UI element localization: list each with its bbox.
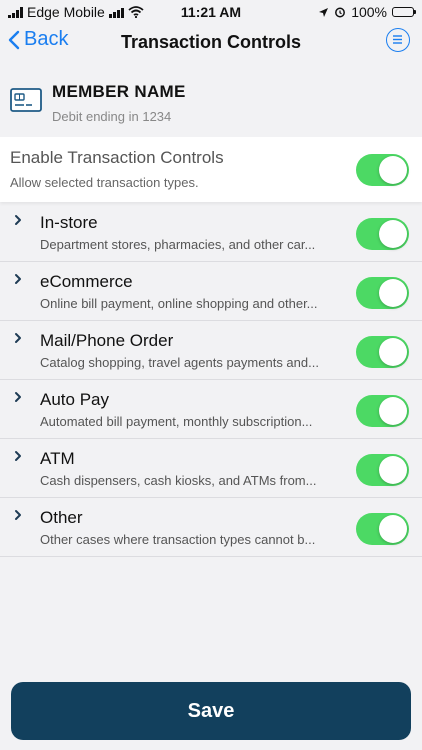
page-title: Transaction Controls	[120, 32, 302, 52]
ecommerce-toggle[interactable]	[356, 277, 409, 309]
battery-icon	[392, 7, 416, 17]
toggle-knob	[379, 156, 407, 184]
location-arrow-icon	[319, 7, 329, 17]
category-row-in-store[interactable]: In-store Department stores, pharmacies, …	[0, 203, 422, 262]
category-row-mail-phone[interactable]: Mail/Phone Order Catalog shopping, trave…	[0, 321, 422, 380]
category-subtitle: Cash dispensers, cash kiosks, and ATMs f…	[40, 473, 317, 488]
category-title: Mail/Phone Order	[40, 331, 174, 350]
enable-controls-row: Enable Transaction Controls Allow select…	[0, 137, 422, 202]
category-row-ecommerce[interactable]: eCommerce Online bill payment, online sh…	[0, 262, 422, 321]
toggle-knob	[379, 515, 407, 543]
status-right: 100%	[318, 4, 416, 20]
category-list: In-store Department stores, pharmacies, …	[0, 203, 422, 557]
toggle-knob	[379, 279, 407, 307]
toggle-knob	[379, 456, 407, 484]
chevron-right-icon	[15, 274, 21, 284]
mail-phone-toggle[interactable]	[356, 336, 409, 368]
battery-percent: 100%	[351, 4, 387, 20]
enable-controls-toggle[interactable]	[356, 154, 409, 186]
atm-toggle[interactable]	[356, 454, 409, 486]
category-subtitle: Catalog shopping, travel agents payments…	[40, 355, 319, 370]
auto-pay-toggle[interactable]	[356, 395, 409, 427]
chevron-right-icon	[15, 510, 21, 520]
category-subtitle: Automated bill payment, monthly subscrip…	[40, 414, 313, 429]
category-title: Other	[40, 508, 83, 527]
enable-controls-title: Enable Transaction Controls	[10, 148, 224, 167]
category-subtitle: Department stores, pharmacies, and other…	[40, 237, 316, 252]
category-row-other[interactable]: Other Other cases where transaction type…	[0, 498, 422, 557]
save-button[interactable]: Save	[11, 682, 411, 740]
toggle-knob	[379, 220, 407, 248]
list-circle-icon	[393, 35, 402, 44]
in-store-toggle[interactable]	[356, 218, 409, 250]
category-title: eCommerce	[40, 272, 133, 291]
chevron-right-icon	[15, 215, 21, 225]
nav-bar: Back Transaction Controls	[0, 24, 422, 60]
chevron-right-icon	[15, 451, 21, 461]
card-ending: Debit ending in 1234	[52, 109, 172, 124]
member-name: MEMBER NAME	[52, 82, 186, 101]
chevron-right-icon	[15, 392, 21, 402]
chevron-right-icon	[15, 333, 21, 343]
credit-card-icon	[10, 88, 42, 112]
status-bar: Edge Mobile 11:21 AM 100%	[0, 0, 422, 24]
category-subtitle: Other cases where transaction types cann…	[40, 532, 316, 547]
category-title: ATM	[40, 449, 75, 468]
toggle-knob	[379, 397, 407, 425]
toggle-knob	[379, 338, 407, 366]
account-card: MEMBER NAME Debit ending in 1234	[0, 70, 422, 134]
category-title: Auto Pay	[40, 390, 109, 409]
menu-button[interactable]	[386, 28, 410, 52]
category-subtitle: Online bill payment, online shopping and…	[40, 296, 318, 311]
alarm-icon	[335, 7, 346, 18]
category-row-auto-pay[interactable]: Auto Pay Automated bill payment, monthly…	[0, 380, 422, 439]
category-row-atm[interactable]: ATM Cash dispensers, cash kiosks, and AT…	[0, 439, 422, 498]
other-toggle[interactable]	[356, 513, 409, 545]
enable-controls-subtitle: Allow selected transaction types.	[10, 175, 199, 190]
category-title: In-store	[40, 213, 98, 232]
